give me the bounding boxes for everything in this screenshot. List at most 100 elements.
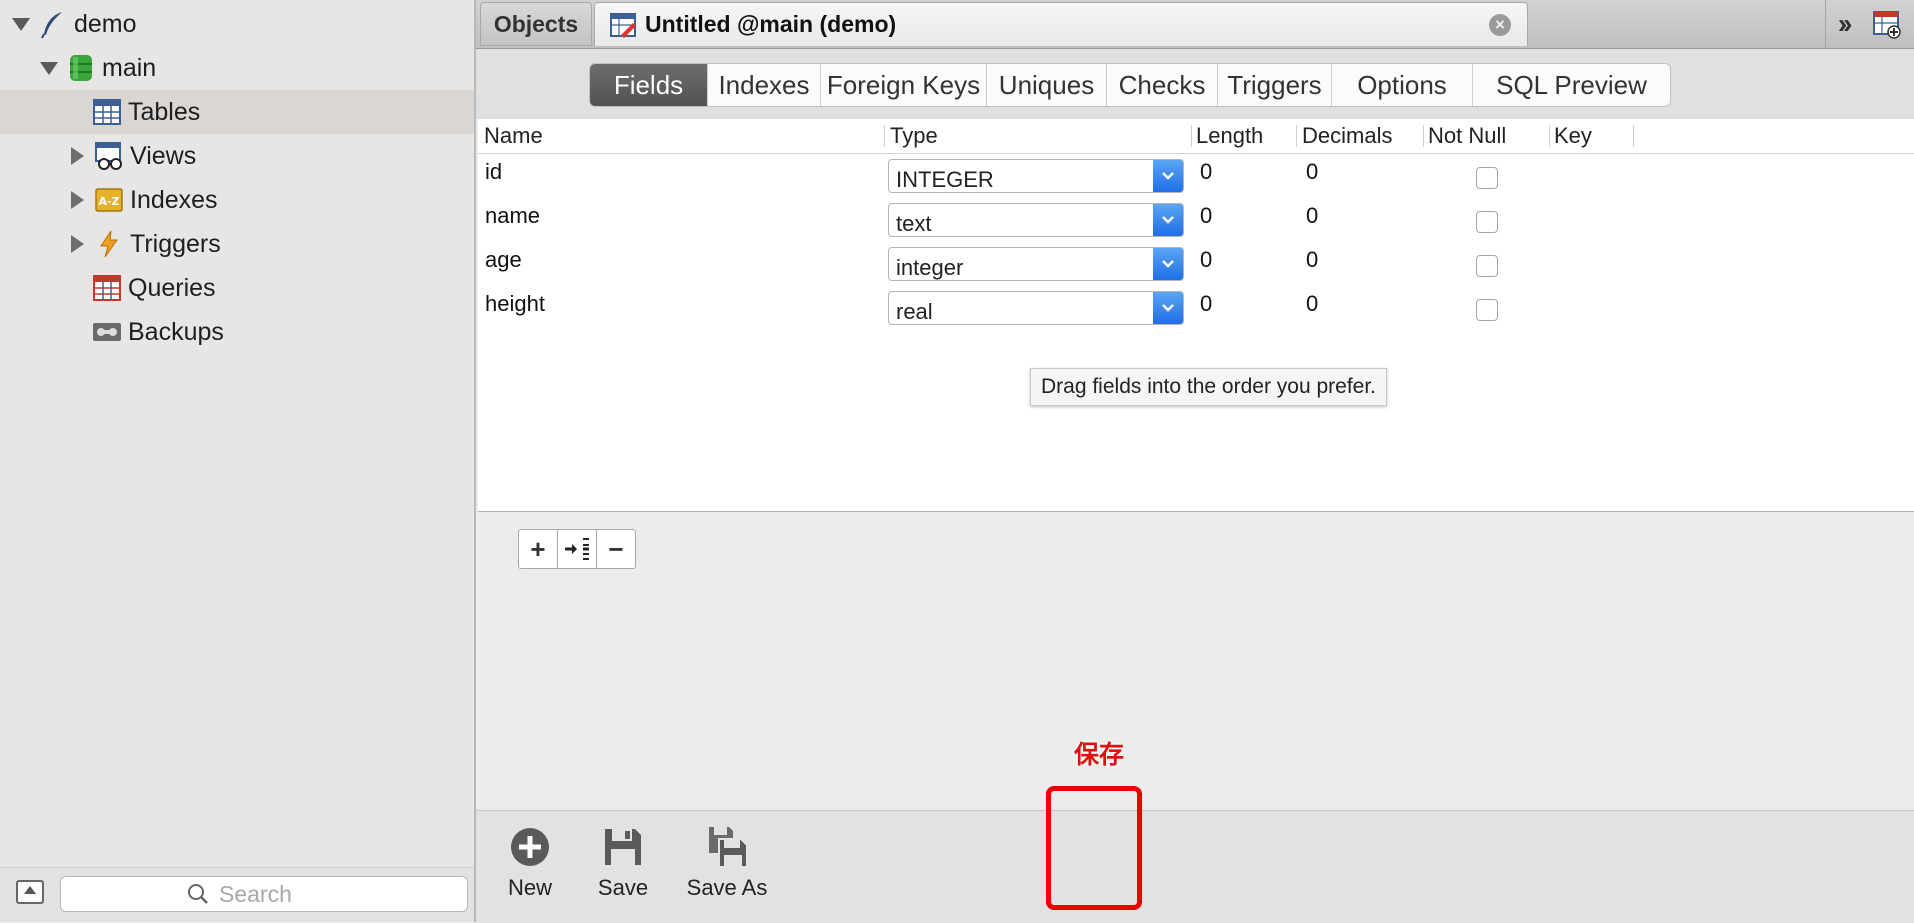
tab-title: Untitled @main (demo) bbox=[645, 11, 897, 37]
add-field-button[interactable]: + bbox=[519, 530, 557, 568]
tab-objects[interactable]: Objects bbox=[480, 2, 592, 46]
chevron-down-icon[interactable] bbox=[1153, 248, 1183, 280]
search-icon bbox=[188, 884, 208, 904]
disclosure-collapsed-icon[interactable] bbox=[68, 235, 86, 253]
view-glasses-icon bbox=[95, 142, 122, 170]
table-row[interactable]: id INTEGER 0 0 bbox=[478, 155, 1914, 199]
chevron-down-icon[interactable] bbox=[1153, 292, 1183, 324]
field-decimals-cell[interactable]: 0 bbox=[1306, 203, 1318, 229]
save-button[interactable]: Save bbox=[582, 825, 664, 901]
sidebar-toggle-button[interactable] bbox=[16, 880, 44, 904]
chevron-down-icon[interactable] bbox=[1153, 160, 1183, 192]
field-type-select[interactable]: text bbox=[888, 203, 1184, 237]
sidebar-item-label: Triggers bbox=[130, 229, 221, 258]
field-type-value: real bbox=[896, 299, 933, 324]
field-type-value: text bbox=[896, 211, 932, 236]
designer-tabs: Fields Indexes Foreign Keys Uniques Chec… bbox=[589, 63, 1671, 107]
column-header-not-null[interactable]: Not Null bbox=[1428, 119, 1506, 153]
sidebar-item-queries[interactable]: Queries bbox=[0, 266, 474, 310]
save-as-button[interactable]: Save As bbox=[672, 825, 782, 901]
column-header-name[interactable]: Name bbox=[484, 119, 543, 153]
field-name-cell[interactable]: height bbox=[485, 291, 545, 317]
column-header-decimals[interactable]: Decimals bbox=[1302, 119, 1392, 153]
main-panel: Objects Untitled @main (demo) × ›› Field… bbox=[476, 0, 1914, 923]
insert-field-button[interactable] bbox=[557, 530, 596, 568]
field-type-select[interactable]: INTEGER bbox=[888, 159, 1184, 193]
query-grid-icon bbox=[93, 275, 121, 301]
index-az-icon: A-Z bbox=[95, 188, 123, 212]
sidebar-item-demo[interactable]: demo bbox=[0, 2, 474, 46]
tab-checks[interactable]: Checks bbox=[1106, 64, 1217, 106]
sidebar-item-main[interactable]: main bbox=[0, 46, 474, 90]
field-length-cell[interactable]: 0 bbox=[1200, 203, 1212, 229]
table-row[interactable]: height real 0 0 bbox=[478, 287, 1914, 331]
field-type-select[interactable]: real bbox=[888, 291, 1184, 325]
lightning-icon bbox=[100, 230, 118, 258]
sidebar-item-label: demo bbox=[74, 9, 137, 38]
not-null-checkbox[interactable] bbox=[1476, 255, 1498, 277]
save-as-button-label: Save As bbox=[686, 875, 768, 900]
field-decimals-cell[interactable]: 0 bbox=[1306, 291, 1318, 317]
sidebar-item-tables[interactable]: Tables bbox=[0, 90, 474, 134]
search-field[interactable] bbox=[60, 876, 468, 912]
table-row[interactable]: name text 0 0 bbox=[478, 199, 1914, 243]
sidebar-item-backups[interactable]: Backups bbox=[0, 310, 474, 354]
insert-row-icon bbox=[565, 538, 589, 560]
chevron-down-icon[interactable] bbox=[1153, 204, 1183, 236]
sidebar-item-views[interactable]: Views bbox=[0, 134, 474, 178]
sidebar-item-triggers[interactable]: Triggers bbox=[0, 222, 474, 266]
sidebar-item-label: Views bbox=[130, 141, 197, 170]
tab-foreign-keys[interactable]: Foreign Keys bbox=[820, 64, 986, 106]
not-null-checkbox[interactable] bbox=[1476, 167, 1498, 189]
table-row[interactable]: age integer 0 0 bbox=[478, 243, 1914, 287]
tab-fields[interactable]: Fields bbox=[590, 64, 707, 106]
grid-header: Name Type Length Decimals Not Null Key bbox=[478, 119, 1914, 154]
sidebar-item-indexes[interactable]: A-Z Indexes bbox=[0, 178, 474, 222]
tape-icon bbox=[93, 323, 121, 341]
remove-field-button[interactable]: − bbox=[596, 530, 635, 568]
field-type-select[interactable]: integer bbox=[888, 247, 1184, 281]
close-tab-icon[interactable]: × bbox=[1489, 14, 1511, 36]
field-name-cell[interactable]: id bbox=[485, 159, 502, 185]
tab-sql-preview[interactable]: SQL Preview bbox=[1472, 64, 1670, 106]
tab-uniques[interactable]: Uniques bbox=[986, 64, 1106, 106]
save-as-icon bbox=[709, 827, 748, 868]
disclosure-collapsed-icon[interactable] bbox=[68, 191, 86, 209]
bottom-toolbar: New Save Save As bbox=[476, 810, 1914, 923]
table-icon bbox=[93, 99, 121, 125]
tab-indexes[interactable]: Indexes bbox=[707, 64, 820, 106]
sidebar-item-label: Indexes bbox=[130, 185, 218, 214]
column-header-type[interactable]: Type bbox=[890, 119, 938, 153]
disclosure-collapsed-icon[interactable] bbox=[68, 147, 86, 165]
field-name-cell[interactable]: name bbox=[485, 203, 540, 229]
new-button-label: New bbox=[507, 875, 552, 900]
field-decimals-cell[interactable]: 0 bbox=[1306, 159, 1318, 185]
column-header-length[interactable]: Length bbox=[1196, 119, 1263, 153]
field-name-cell[interactable]: age bbox=[485, 247, 522, 273]
tab-table-designer[interactable]: Untitled @main (demo) × bbox=[594, 2, 1528, 46]
column-header-key[interactable]: Key bbox=[1554, 119, 1592, 153]
not-null-checkbox[interactable] bbox=[1476, 211, 1498, 233]
sidebar-item-label: Backups bbox=[128, 317, 224, 346]
field-row-controls: + − bbox=[518, 529, 636, 569]
tab-overflow-chevron-icon[interactable]: ›› bbox=[1838, 8, 1853, 40]
field-type-value: INTEGER bbox=[896, 167, 994, 192]
field-length-cell[interactable]: 0 bbox=[1200, 159, 1212, 185]
tab-triggers[interactable]: Triggers bbox=[1217, 64, 1331, 106]
disclosure-expanded-icon[interactable] bbox=[40, 59, 58, 77]
tab-options[interactable]: Options bbox=[1331, 64, 1472, 106]
search-input[interactable] bbox=[217, 879, 341, 909]
disclosure-expanded-icon[interactable] bbox=[12, 15, 30, 33]
field-decimals-cell[interactable]: 0 bbox=[1306, 247, 1318, 273]
sidebar-item-label: Queries bbox=[128, 273, 216, 302]
database-icon bbox=[70, 55, 92, 81]
save-annotation-label: 保存 bbox=[1074, 741, 1125, 769]
new-table-tab-icon[interactable] bbox=[1872, 9, 1902, 39]
svg-text:A-Z: A-Z bbox=[98, 195, 119, 208]
field-length-cell[interactable]: 0 bbox=[1200, 291, 1212, 317]
sidebar-item-label: main bbox=[102, 53, 157, 82]
field-length-cell[interactable]: 0 bbox=[1200, 247, 1212, 273]
new-button[interactable]: New bbox=[492, 825, 568, 901]
drag-hint-tooltip: Drag fields into the order you prefer. bbox=[1030, 368, 1388, 406]
not-null-checkbox[interactable] bbox=[1476, 299, 1498, 321]
